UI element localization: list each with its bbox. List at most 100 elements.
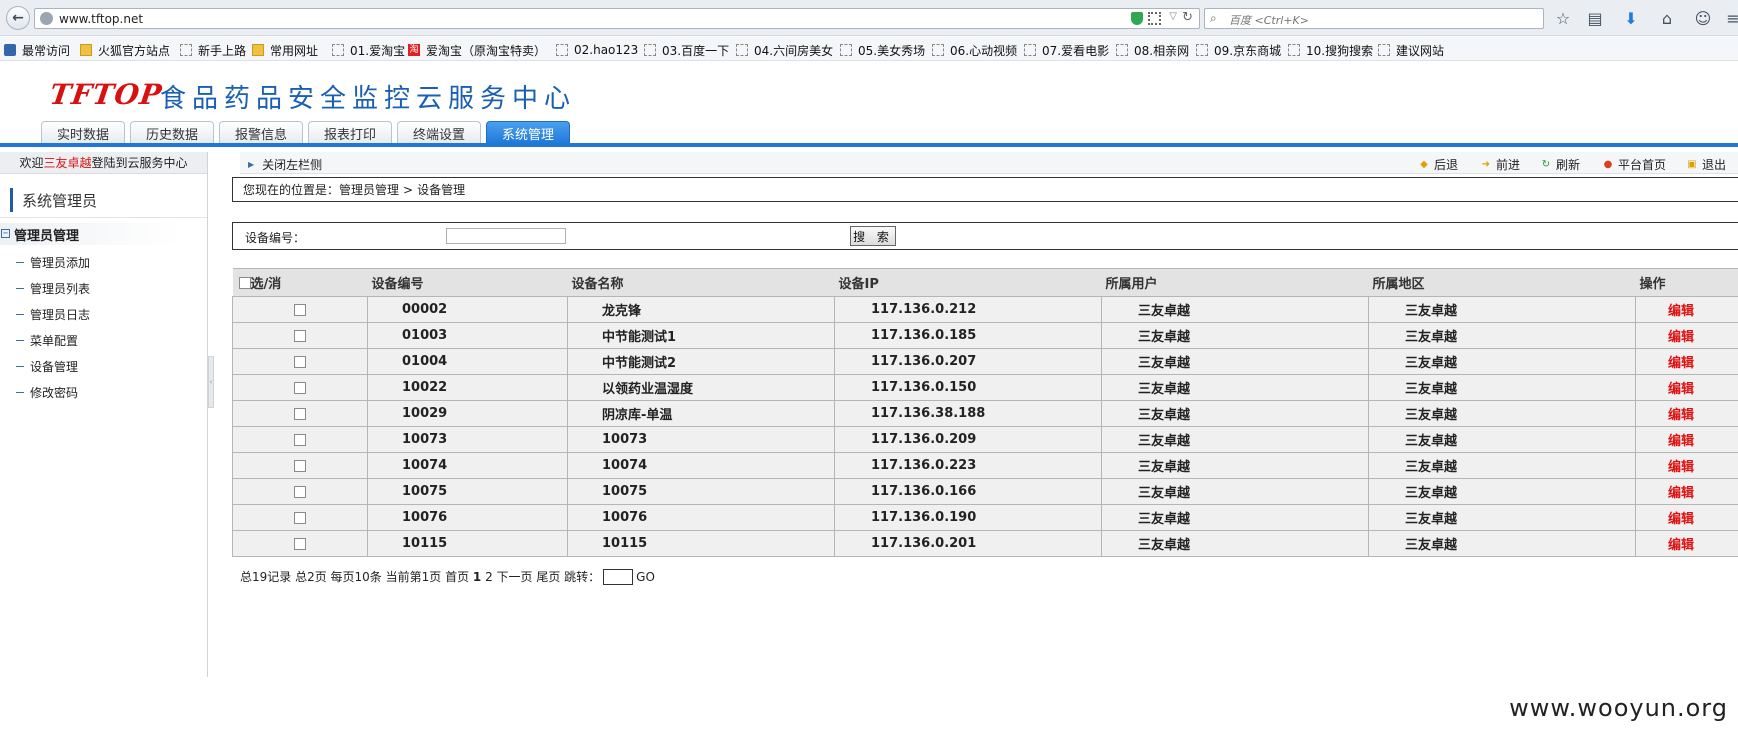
reload-icon[interactable]: ↻ bbox=[1182, 10, 1193, 25]
sidebar-item-label: 菜单配置 bbox=[30, 333, 79, 348]
search-button[interactable]: 搜 索 bbox=[850, 226, 896, 246]
dropdown-arrow-icon[interactable]: ▽ bbox=[1169, 11, 1177, 22]
bookmark-label: 06.心动视频 bbox=[950, 43, 1018, 58]
column-header: 所属用户 bbox=[1101, 268, 1369, 297]
reading-list-icon[interactable]: ▤ bbox=[1586, 9, 1604, 28]
go-button[interactable]: GO bbox=[636, 570, 655, 584]
edit-link[interactable]: 编辑 bbox=[1635, 296, 1738, 323]
page-icon bbox=[332, 44, 344, 56]
table-row: 01003 中节能测试1 117.136.0.185 三友卓越 三友卓越 编辑 bbox=[232, 322, 1738, 349]
sidebar-item-admin-log[interactable]: 管理员日志 bbox=[16, 305, 176, 323]
menu-group-admin-management[interactable]: − 管理员管理 bbox=[0, 223, 180, 245]
bookmark-item[interactable]: 最常访问 bbox=[4, 42, 70, 58]
menu-icon[interactable]: ≡ bbox=[1724, 9, 1738, 28]
bookmark-item[interactable]: 10.搜狗搜索 bbox=[1288, 42, 1373, 58]
qr-code-icon[interactable] bbox=[1148, 12, 1161, 25]
device-ip-cell: 117.136.0.166 bbox=[834, 478, 1102, 505]
jump-page-input[interactable] bbox=[603, 568, 634, 585]
tab-realtime-data[interactable]: 实时数据 bbox=[41, 121, 125, 144]
page-link-1[interactable]: 1 bbox=[473, 570, 481, 584]
row-checkbox-cell[interactable] bbox=[232, 296, 368, 323]
bookmark-item[interactable]: 07.爱看电影 bbox=[1024, 42, 1109, 58]
tab-report-print[interactable]: 报表打印 bbox=[308, 121, 392, 144]
device-id-input[interactable] bbox=[446, 228, 566, 244]
breadcrumb-parent[interactable]: 管理员管理 bbox=[339, 181, 399, 198]
edit-link[interactable]: 编辑 bbox=[1635, 400, 1738, 427]
bookmark-item[interactable]: 05.美女秀场 bbox=[840, 42, 925, 58]
forward-button[interactable]: ➜ 前进 bbox=[1480, 156, 1520, 173]
refresh-button[interactable]: ↻ 刷新 bbox=[1540, 156, 1580, 173]
shield-icon[interactable] bbox=[1131, 12, 1143, 25]
bookmark-item[interactable]: 02.hao123 bbox=[556, 42, 638, 58]
row-checkbox[interactable] bbox=[294, 381, 306, 394]
row-checkbox-cell[interactable] bbox=[232, 322, 368, 349]
select-all-header[interactable]: 选/消 bbox=[232, 268, 368, 297]
bookmark-item[interactable]: 01.爱淘宝 bbox=[332, 42, 405, 58]
row-checkbox[interactable] bbox=[294, 329, 306, 342]
browser-search-bar[interactable]: ⌕ 百度 <Ctrl+K> bbox=[1204, 8, 1544, 29]
select-all-checkbox[interactable] bbox=[238, 277, 251, 289]
tab-system-management[interactable]: 系统管理 bbox=[486, 121, 570, 144]
device-name-cell: 10073 bbox=[567, 426, 835, 453]
back-arrow-icon[interactable]: ← bbox=[6, 6, 30, 30]
row-checkbox[interactable] bbox=[294, 537, 306, 550]
row-checkbox[interactable] bbox=[294, 355, 306, 368]
tab-terminal-settings[interactable]: 终端设置 bbox=[397, 121, 481, 144]
tab-history-data[interactable]: 历史数据 bbox=[130, 121, 214, 144]
url-text[interactable]: www.tftop.net bbox=[59, 12, 143, 26]
bookmark-item[interactable]: 09.京东商城 bbox=[1196, 42, 1281, 58]
star-bookmark-icon[interactable]: ☆ bbox=[1554, 9, 1572, 28]
edit-link[interactable]: 编辑 bbox=[1635, 478, 1738, 505]
row-checkbox-cell[interactable] bbox=[232, 504, 368, 531]
bookmark-item[interactable]: 建议网站 bbox=[1378, 42, 1444, 58]
edit-link[interactable]: 编辑 bbox=[1635, 452, 1738, 479]
tab-alarm-info[interactable]: 报警信息 bbox=[219, 121, 303, 144]
row-checkbox[interactable] bbox=[294, 459, 306, 472]
row-checkbox-cell[interactable] bbox=[232, 478, 368, 505]
row-checkbox-cell[interactable] bbox=[232, 426, 368, 453]
sidebar-item-device-management[interactable]: 设备管理 bbox=[16, 357, 176, 375]
row-checkbox[interactable] bbox=[294, 303, 306, 316]
bookmark-item[interactable]: 淘爱淘宝（原淘宝特卖） bbox=[408, 42, 546, 58]
row-checkbox[interactable] bbox=[294, 407, 306, 420]
edit-link[interactable]: 编辑 bbox=[1635, 348, 1738, 375]
edit-link[interactable]: 编辑 bbox=[1635, 426, 1738, 453]
bookmark-item[interactable]: 04.六间房美女 bbox=[736, 42, 833, 58]
bookmark-item[interactable]: 08.相亲网 bbox=[1116, 42, 1189, 58]
bookmark-item[interactable]: 03.百度一下 bbox=[644, 42, 729, 58]
page-link-2[interactable]: 2 bbox=[485, 570, 493, 584]
row-checkbox-cell[interactable] bbox=[232, 374, 368, 401]
device-user-cell: 三友卓越 bbox=[1101, 478, 1369, 505]
row-checkbox[interactable] bbox=[294, 485, 306, 498]
bookmark-item[interactable]: 新手上路 bbox=[180, 42, 246, 58]
row-checkbox-cell[interactable] bbox=[232, 348, 368, 375]
row-checkbox[interactable] bbox=[294, 511, 306, 524]
close-left-panel-button[interactable]: ▶ 关闭左栏侧 bbox=[248, 156, 322, 173]
row-checkbox-cell[interactable] bbox=[232, 452, 368, 479]
edit-link[interactable]: 编辑 bbox=[1635, 374, 1738, 401]
device-name-cell: 中节能测试2 bbox=[567, 348, 835, 375]
edit-link[interactable]: 编辑 bbox=[1635, 530, 1738, 557]
pager-links[interactable]: 下一页 尾页 跳转： bbox=[493, 568, 601, 585]
address-bar[interactable]: www.tftop.net ▽ ↻ bbox=[34, 8, 1200, 29]
bookmark-label: 10.搜狗搜索 bbox=[1306, 43, 1374, 58]
sidebar-item-admin-add[interactable]: 管理员添加 bbox=[16, 253, 176, 271]
bookmark-item[interactable]: 火狐官方站点 bbox=[80, 42, 170, 58]
chat-icon[interactable]: ☺ bbox=[1694, 9, 1712, 28]
edit-link[interactable]: 编辑 bbox=[1635, 322, 1738, 349]
row-checkbox-cell[interactable] bbox=[232, 530, 368, 557]
back-button[interactable]: ◆ 后退 bbox=[1418, 156, 1458, 173]
platform-home-button[interactable]: ● 平台首页 bbox=[1602, 156, 1666, 173]
edit-link[interactable]: 编辑 bbox=[1635, 504, 1738, 531]
row-checkbox-cell[interactable] bbox=[232, 400, 368, 427]
sidebar-item-menu-config[interactable]: 菜单配置 bbox=[16, 331, 176, 349]
row-checkbox[interactable] bbox=[294, 433, 306, 446]
sidebar-item-admin-list[interactable]: 管理员列表 bbox=[16, 279, 176, 297]
bookmark-item[interactable]: 常用网址 bbox=[252, 42, 318, 58]
home-icon[interactable]: ⌂ bbox=[1658, 9, 1676, 28]
collapse-handle[interactable]: ‹ bbox=[208, 356, 214, 408]
download-icon[interactable]: ⬇ bbox=[1622, 9, 1640, 28]
bookmark-item[interactable]: 06.心动视频 bbox=[932, 42, 1017, 58]
sidebar-item-change-password[interactable]: 修改密码 bbox=[16, 383, 176, 401]
logout-button[interactable]: ▣ 退出 bbox=[1686, 156, 1726, 173]
